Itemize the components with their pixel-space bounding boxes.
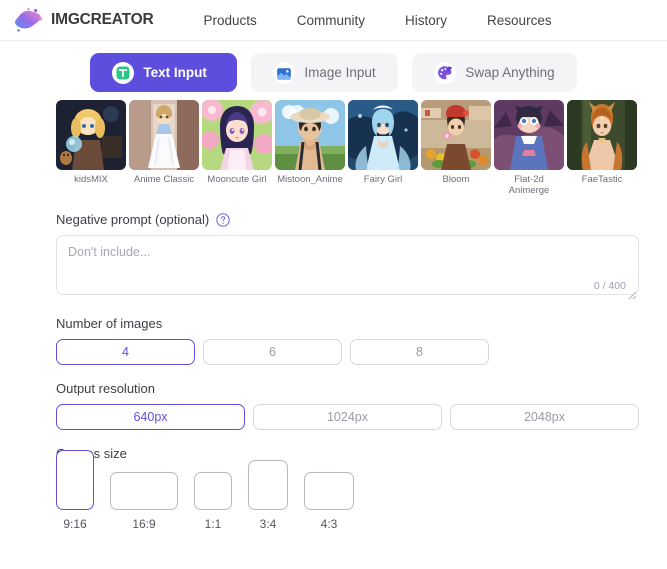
input-mode-tabs: Text Input Image Input Swap Anything [0,41,667,94]
output-resolution-option-2048px[interactable]: 2048px [450,404,639,430]
canvas-size-option-4-3[interactable]: 4:3 [304,472,354,531]
canvas-size-shape [194,472,232,510]
blob-gradient-logo-icon [12,7,44,33]
main-nav: Products Community History Resources [183,13,571,28]
style-card-label: Bloom [442,174,470,185]
style-card-mooncute-girl[interactable]: Mooncute Girl [202,100,272,196]
style-thumbnail-image [56,100,126,170]
canvas-size-option-label: 9:16 [63,517,87,531]
style-presets-row: kidsMIX Anime Classic Mooncute Girl Mist… [0,94,667,196]
style-thumbnail-image [494,100,564,170]
style-card-label: Flat-2d Animerge [508,174,550,196]
style-card-bloom[interactable]: Bloom [421,100,491,196]
style-card-label: Mistoon_Anime [277,174,343,185]
tab-text-input-label: Text Input [143,65,207,80]
number-of-images-option-6[interactable]: 6 [203,339,342,365]
number-of-images-option-4[interactable]: 4 [56,339,195,365]
style-card-faetastic[interactable]: FaeTastic [567,100,637,196]
canvas-size-option-label: 3:4 [259,517,277,531]
image-input-icon [273,61,296,84]
style-thumbnail-image [202,100,272,170]
canvas-size-option-label: 16:9 [132,517,156,531]
negative-prompt-input[interactable] [56,235,639,295]
text-input-icon [112,61,135,84]
output-resolution-section: Output resolution 640px 1024px 2048px [0,381,667,430]
number-of-images-option-8[interactable]: 8 [350,339,489,365]
negative-prompt-input-wrap: 0 / 400 [56,235,639,300]
style-card-fairy-girl[interactable]: Fairy Girl [348,100,418,196]
style-card-kidsmix[interactable]: kidsMIX [56,100,126,196]
tab-image-input[interactable]: Image Input [251,53,399,92]
canvas-size-shape [248,460,288,510]
nav-item-community[interactable]: Community [277,13,385,28]
style-thumbnail-image [275,100,345,170]
nav-item-resources[interactable]: Resources [467,13,572,28]
tab-text-input[interactable]: Text Input [90,53,238,92]
style-thumbnail-image [348,100,418,170]
canvas-size-section: Canvas size 9:16 16:9 1:1 3:4 4:3 [0,446,667,531]
negative-prompt-label-row: Negative prompt (optional) [56,212,667,227]
app-header: IMGCREATOR Products Community History Re… [0,0,667,41]
style-card-label: Mooncute Girl [207,174,267,185]
style-thumbnail-image [421,100,491,170]
canvas-size-options: 9:16 16:9 1:1 3:4 4:3 [56,450,667,531]
tab-swap-anything[interactable]: Swap Anything [412,53,577,92]
logo[interactable]: IMGCREATOR [12,7,154,33]
canvas-size-label: Canvas size [56,446,127,461]
logo-text: IMGCREATOR [51,11,154,28]
negative-prompt-label: Negative prompt (optional) [56,212,210,227]
negative-prompt-section: Negative prompt (optional) 0 / 400 [0,212,667,300]
palette-swap-icon [434,61,457,84]
canvas-size-option-label: 4:3 [320,517,338,531]
output-resolution-option-640px[interactable]: 640px [56,404,245,430]
number-of-images-options: 4 6 8 [56,339,667,365]
style-card-anime-classic[interactable]: Anime Classic [129,100,199,196]
tab-swap-anything-label: Swap Anything [465,65,555,80]
output-resolution-options: 640px 1024px 2048px [56,404,667,430]
question-circle-icon[interactable] [216,212,230,227]
canvas-size-shape [56,450,94,510]
style-card-label: Fairy Girl [363,174,403,185]
style-card-flat-2d-animerge[interactable]: Flat-2d Animerge [494,100,564,196]
number-of-images-section: Number of images 4 6 8 [0,316,667,365]
style-card-label: kidsMIX [74,174,108,185]
output-resolution-option-1024px[interactable]: 1024px [253,404,442,430]
canvas-size-shape [304,472,354,510]
canvas-size-option-16-9[interactable]: 16:9 [110,472,178,531]
canvas-size-shape [110,472,178,510]
style-thumbnail-image [129,100,199,170]
output-resolution-label: Output resolution [56,381,156,396]
nav-item-products[interactable]: Products [183,13,276,28]
style-thumbnail-image [567,100,637,170]
canvas-size-option-9-16[interactable]: 9:16 [56,450,94,531]
nav-item-history[interactable]: History [385,13,467,28]
tab-image-input-label: Image Input [304,65,376,80]
style-card-label: Anime Classic [133,174,195,185]
style-card-label: FaeTastic [581,174,623,185]
style-card-mistoon-anime[interactable]: Mistoon_Anime [275,100,345,196]
number-of-images-label: Number of images [56,316,163,331]
canvas-size-option-label: 1:1 [204,517,222,531]
canvas-size-option-3-4[interactable]: 3:4 [248,460,288,531]
canvas-size-option-1-1[interactable]: 1:1 [194,472,232,531]
